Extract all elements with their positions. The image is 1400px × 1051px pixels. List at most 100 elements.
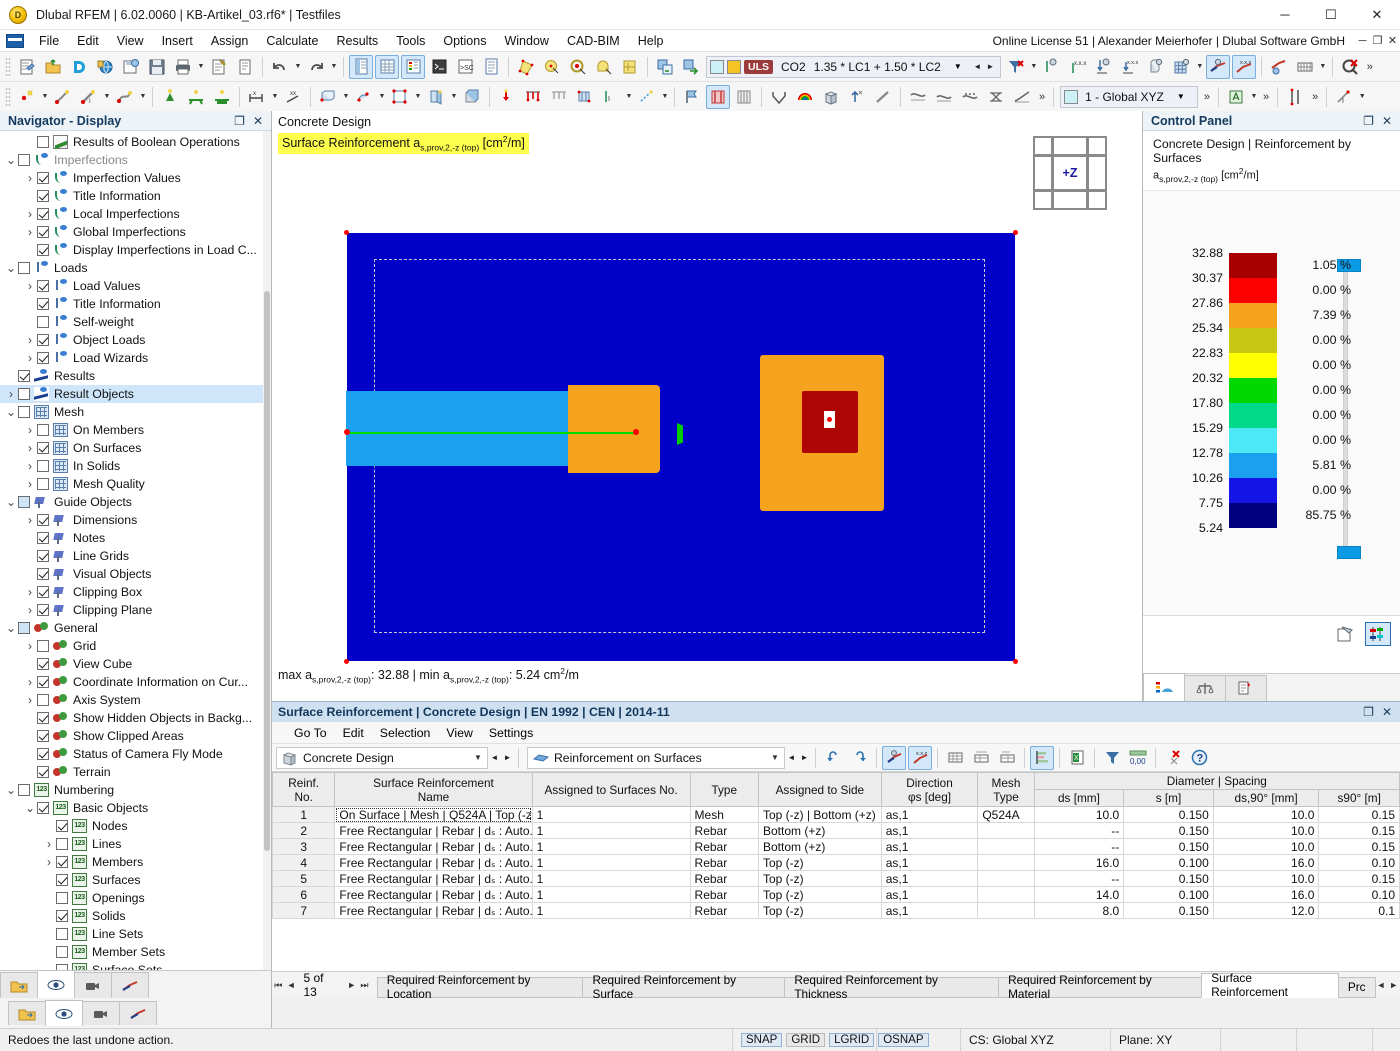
cell-reinf-no[interactable]: 2	[272, 822, 336, 839]
control-panel-close-icon[interactable]: ✕	[1382, 114, 1392, 128]
new-surface-icon[interactable]	[316, 85, 340, 109]
collapse-arrow-icon[interactable]: ⌄	[4, 262, 18, 274]
cell-ds90[interactable]: 10.0	[1212, 838, 1320, 855]
cs-dropdown-icon[interactable]: ▼	[1168, 92, 1194, 101]
module-combo[interactable]: Concrete Design ▼	[276, 746, 488, 769]
navigator-item-checkbox[interactable]	[18, 388, 30, 400]
script-icon[interactable]: >SC	[453, 55, 477, 79]
navigator-item-lines[interactable]: › Lines	[0, 835, 271, 853]
navigator-item-checkbox[interactable]	[37, 352, 49, 364]
cell-surfaces[interactable]: 1	[531, 854, 691, 871]
cell-s90[interactable]: 0.15	[1318, 822, 1400, 839]
display-deformation-2-icon[interactable]	[932, 85, 956, 109]
navigator-tab-results-bottom[interactable]	[119, 1001, 157, 1025]
undo-dropdown-icon[interactable]: ▼	[293, 56, 303, 78]
cell-direction[interactable]: as,1	[880, 838, 979, 855]
load-combo-prev-button[interactable]: ◄	[971, 57, 984, 77]
section-view-icon[interactable]	[767, 85, 791, 109]
color-palette-icon[interactable]	[793, 85, 817, 109]
redo-icon[interactable]	[304, 55, 328, 79]
col-assigned-to-surfaces[interactable]: Assigned to Surfaces No.	[531, 772, 691, 807]
navigator-item-results[interactable]: Results	[0, 367, 271, 385]
solid-load-icon[interactable]	[573, 85, 597, 109]
navigator-item-show-clipped-areas[interactable]: Show Clipped Areas	[0, 727, 271, 745]
navigator-item-results-of-boolean-operations[interactable]: Results of Boolean Operations	[0, 133, 271, 151]
navigator-item-solids[interactable]: Solids	[0, 907, 271, 925]
select-by-shape-icon[interactable]	[566, 55, 590, 79]
navigator-item-checkbox[interactable]	[56, 838, 68, 850]
result-color-legend[interactable]: 32.88 1.05 % 30.37 0.00 % 27.86 7.39 % 25.34 0.…	[1143, 190, 1400, 615]
work-plane-dropdown-icon[interactable]: ▼	[1249, 86, 1259, 108]
collapse-arrow-icon[interactable]: ⌄	[4, 622, 18, 634]
legend-color-swatch[interactable]	[1229, 452, 1277, 478]
navigator-item-checkbox[interactable]	[37, 226, 49, 238]
col-assigned-to-side[interactable]: Assigned to Side	[757, 772, 882, 807]
cell-side[interactable]: Top (-z)	[757, 854, 882, 871]
show-reaction-values-icon[interactable]: x.x.x	[1118, 55, 1142, 79]
cell-s[interactable]: 0.150	[1123, 806, 1214, 823]
menu-item-help[interactable]: Help	[629, 32, 673, 50]
wall-dropdown-icon[interactable]: ▼	[449, 86, 459, 108]
snap-vertical-icon[interactable]	[1283, 85, 1307, 109]
view-cube-cell-bl[interactable]	[1033, 190, 1053, 210]
navigator-item-on-members[interactable]: › On Members	[0, 421, 271, 439]
menu-item-options[interactable]: Options	[434, 32, 495, 50]
navigator-item-clipping-plane[interactable]: › Clipping Plane	[0, 601, 271, 619]
cell-side[interactable]: Top (-z)	[757, 870, 882, 887]
navigator-panel-icon[interactable]	[349, 54, 373, 79]
navigator-item-mesh-quality[interactable]: › Mesh Quality	[0, 475, 271, 493]
view-cube-icon[interactable]	[819, 85, 843, 109]
nodal-support-icon[interactable]	[158, 85, 182, 109]
navigator-item-load-wizards[interactable]: › Load Wizards	[0, 349, 271, 367]
cell-ds[interactable]: --	[1033, 870, 1125, 887]
surface-result-plot[interactable]	[344, 230, 1018, 664]
navigator-item-openings[interactable]: Openings	[0, 889, 271, 907]
cell-type[interactable]: Rebar	[689, 822, 759, 839]
menu-item-window[interactable]: Window	[495, 32, 557, 50]
cell-s[interactable]: 0.100	[1123, 854, 1214, 871]
navigator-item-numbering[interactable]: ⌄ Numbering	[0, 781, 271, 799]
polyline-dropdown-icon[interactable]: ▼	[138, 86, 148, 108]
new-model-icon[interactable]	[15, 55, 39, 79]
nodal-load-icon[interactable]	[495, 85, 519, 109]
navigator-item-checkbox[interactable]	[37, 136, 49, 148]
show-result-values-table-icon[interactable]: x.x.x	[908, 745, 932, 770]
col-s90[interactable]: s90° [m]	[1318, 789, 1400, 807]
view-cube-cell-mr[interactable]	[1087, 155, 1107, 191]
cell-reinf-no[interactable]: 5	[272, 870, 336, 887]
cell-type[interactable]: Rebar	[689, 870, 759, 887]
pager-last-button[interactable]: ⏭	[358, 980, 371, 991]
solid-dropdown-icon[interactable]: ▼	[377, 86, 387, 108]
table-menu-settings[interactable]: Settings	[481, 724, 541, 742]
pager-first-button[interactable]: ⏮	[272, 980, 285, 991]
navigator-item-checkbox[interactable]	[56, 892, 68, 904]
lgrid-toggle[interactable]: LGRID	[829, 1032, 875, 1047]
table-grid-view-icon[interactable]	[943, 746, 967, 770]
navigator-item-checkbox[interactable]	[37, 586, 49, 598]
display-deformation-5-icon[interactable]	[1010, 85, 1034, 109]
new-solid-icon[interactable]	[352, 85, 376, 109]
col-mesh-type[interactable]: Mesh Type	[977, 772, 1035, 807]
tables-panel-icon[interactable]	[375, 54, 399, 79]
cell-ds90[interactable]: 10.0	[1212, 870, 1320, 887]
cell-s90[interactable]: 0.10	[1318, 886, 1400, 903]
navigator-item-checkbox[interactable]	[37, 640, 49, 652]
expand-arrow-icon[interactable]: ›	[42, 837, 56, 851]
table-panel-close-icon[interactable]: ✕	[1382, 705, 1392, 719]
navigator-item-local-imperfections[interactable]: › Local Imperfections	[0, 205, 271, 223]
table-row[interactable]: 7 Free Rectangular | Rebar | dₛ : Auto...…	[272, 902, 1400, 919]
expand-arrow-icon[interactable]: ›	[23, 225, 37, 239]
navigator-item-object-loads[interactable]: › Object Loads	[0, 331, 271, 349]
control-panel-icon[interactable]	[401, 54, 425, 79]
navigator-item-title-information[interactable]: Title Information	[0, 295, 271, 313]
mdi-close-button[interactable]: ✕	[1385, 34, 1400, 47]
cell-ds90[interactable]: 16.0	[1212, 886, 1320, 903]
toolbar5-overflow-icon[interactable]: »	[1308, 91, 1322, 103]
table-row[interactable]: 1 On Surface | Mesh | Q524A | Top (-z)...…	[272, 806, 1400, 823]
navigator-item-status-of-camera-fly-mode[interactable]: Status of Camera Fly Mode	[0, 745, 271, 763]
cell-side[interactable]: Bottom (+z)	[757, 838, 882, 855]
undo-icon[interactable]	[268, 55, 292, 79]
cell-s90[interactable]: 0.1	[1318, 902, 1400, 919]
table-row[interactable]: 2 Free Rectangular | Rebar | dₛ : Auto...…	[272, 822, 1400, 839]
collapse-arrow-icon[interactable]: ⌄	[4, 784, 18, 796]
